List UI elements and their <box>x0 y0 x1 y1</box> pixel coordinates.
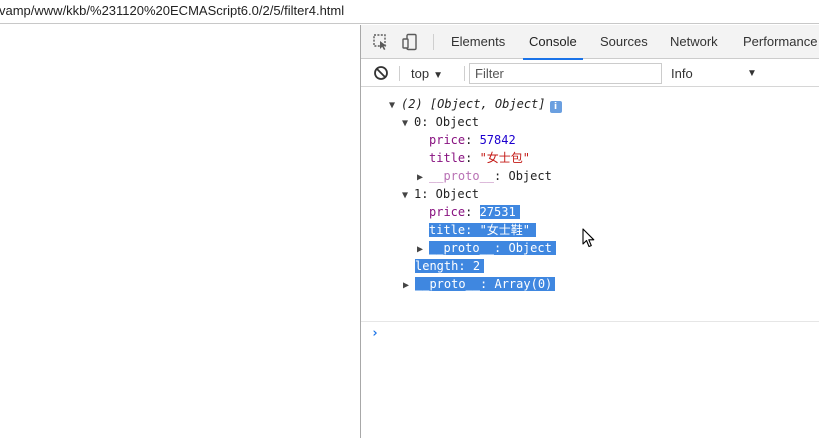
tab-sources[interactable]: Sources <box>598 25 650 59</box>
tab-performance[interactable]: Performance <box>741 25 819 59</box>
property-value: : Object <box>494 169 552 183</box>
property-row: title: "女士鞋" <box>429 221 537 239</box>
property-value: : Array(0) <box>480 277 553 291</box>
console-prompt[interactable]: › <box>371 326 379 341</box>
proto-row[interactable]: ▶ __proto__: Object <box>417 167 552 185</box>
property-value: 57842 <box>479 133 516 147</box>
context-selector[interactable]: top ▼ <box>411 60 443 87</box>
toolbar-divider <box>464 66 465 81</box>
property-key: __proto__ <box>429 241 495 255</box>
object-0-header: 0: Object <box>414 115 480 129</box>
info-icon[interactable]: i <box>549 101 562 113</box>
property-key: title <box>429 151 466 165</box>
property-value: 27531 <box>479 205 516 219</box>
property-key: title <box>429 223 466 237</box>
object-1-header: 1: Object <box>414 187 480 201</box>
property-key: __proto__ <box>429 169 495 183</box>
selected-text: 27531 <box>479 205 520 219</box>
property-value: 2 <box>472 259 481 273</box>
log-level-selector[interactable]: Info <box>671 60 693 87</box>
property-row: price: 27531 <box>429 203 520 221</box>
console-toolbar: top▼ Info ▼ <box>361 60 819 87</box>
property-value: "女士包" <box>479 151 531 165</box>
proto-row[interactable]: ▶ __proto__: Object <box>417 239 556 257</box>
clear-console-icon[interactable] <box>373 65 389 81</box>
page-viewport <box>0 25 360 438</box>
property-row: price: 57842 <box>429 133 516 147</box>
chevron-down-icon: ▼ <box>433 70 443 81</box>
console-output: ▼ (2) [Object, Object] i ▼ 0: Object price:… <box>361 88 819 438</box>
device-toolbar-icon[interactable] <box>401 33 419 51</box>
expand-triangle-icon[interactable]: ▼ <box>389 97 401 115</box>
tabbar-divider <box>433 34 434 50</box>
selected-text: length: 2 <box>415 259 485 273</box>
property-key: price <box>429 133 466 147</box>
property-value: "女士鞋" <box>479 223 531 237</box>
property-key: length <box>415 259 459 273</box>
devtools-tabbar: Elements Console Sources Network Perform… <box>361 25 819 60</box>
address-bar[interactable]: vamp/www/kkb/%231120%20ECMAScript6.0/2/5… <box>0 0 819 24</box>
tab-network[interactable]: Network <box>668 25 720 59</box>
object-0-row[interactable]: ▼ 0: Object <box>402 113 479 131</box>
selected-text: __proto__: Array(0) <box>415 277 556 291</box>
expand-triangle-icon[interactable]: ▼ <box>402 187 414 205</box>
expand-triangle-icon[interactable]: ▼ <box>402 115 414 133</box>
tab-console[interactable]: Console <box>523 25 583 60</box>
property-key: __proto__ <box>415 277 481 291</box>
selected-text: title: "女士鞋" <box>429 223 537 237</box>
selected-text: __proto__: Object <box>429 241 556 255</box>
length-row: length: 2 <box>415 257 485 275</box>
collapsed-triangle-icon[interactable]: ▶ <box>403 277 415 295</box>
message-divider <box>361 321 819 322</box>
property-value: : Object <box>494 241 552 255</box>
url-text: vamp/www/kkb/%231120%20ECMAScript6.0/2/5… <box>0 3 345 18</box>
context-value: top <box>411 66 430 81</box>
property-key: price <box>429 205 466 219</box>
array-summary-row[interactable]: ▼ (2) [Object, Object] i <box>389 95 562 113</box>
tab-elements[interactable]: Elements <box>449 25 507 59</box>
property-row: title: "女士包" <box>429 151 531 165</box>
toolbar-divider <box>399 66 400 81</box>
object-1-row[interactable]: ▼ 1: Object <box>402 185 479 203</box>
chevron-down-icon[interactable]: ▼ <box>747 60 757 87</box>
mouse-cursor-icon <box>582 228 596 248</box>
filter-input[interactable] <box>469 63 662 84</box>
array-proto-row[interactable]: ▶ __proto__: Array(0) <box>403 275 556 295</box>
array-summary: (2) [Object, Object] <box>401 97 546 111</box>
element-picker-icon[interactable] <box>372 33 390 51</box>
